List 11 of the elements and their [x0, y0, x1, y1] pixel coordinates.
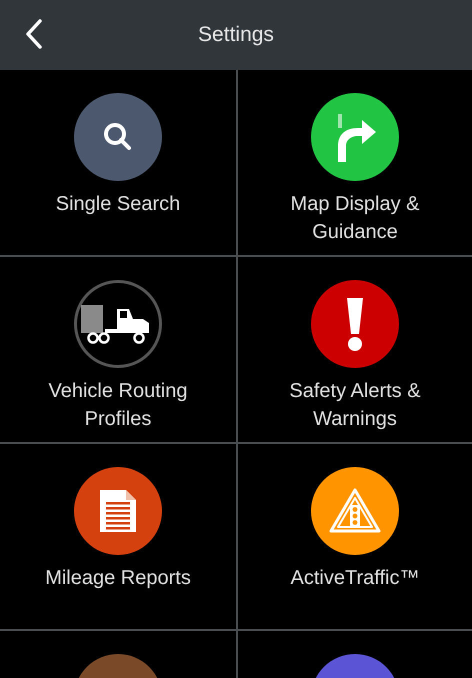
settings-tile[interactable]: Single Search [0, 70, 238, 257]
back-icon [25, 18, 43, 50]
traffic-light-warning-icon [329, 487, 381, 535]
settings-tile[interactable]: Mileage Reports [0, 444, 238, 631]
settings-tile[interactable]: Vehicle Routing Profiles [0, 257, 238, 444]
settings-tile[interactable]: Safety Alerts & Warnings [238, 257, 472, 444]
window-title: Settings [198, 22, 274, 48]
exclamation-icon [345, 296, 365, 352]
settings-tile[interactable]: Map Display & Guidance [238, 70, 472, 257]
document-icon [98, 488, 138, 534]
settings-tile[interactable]: ActiveTraffic™ [238, 444, 472, 631]
